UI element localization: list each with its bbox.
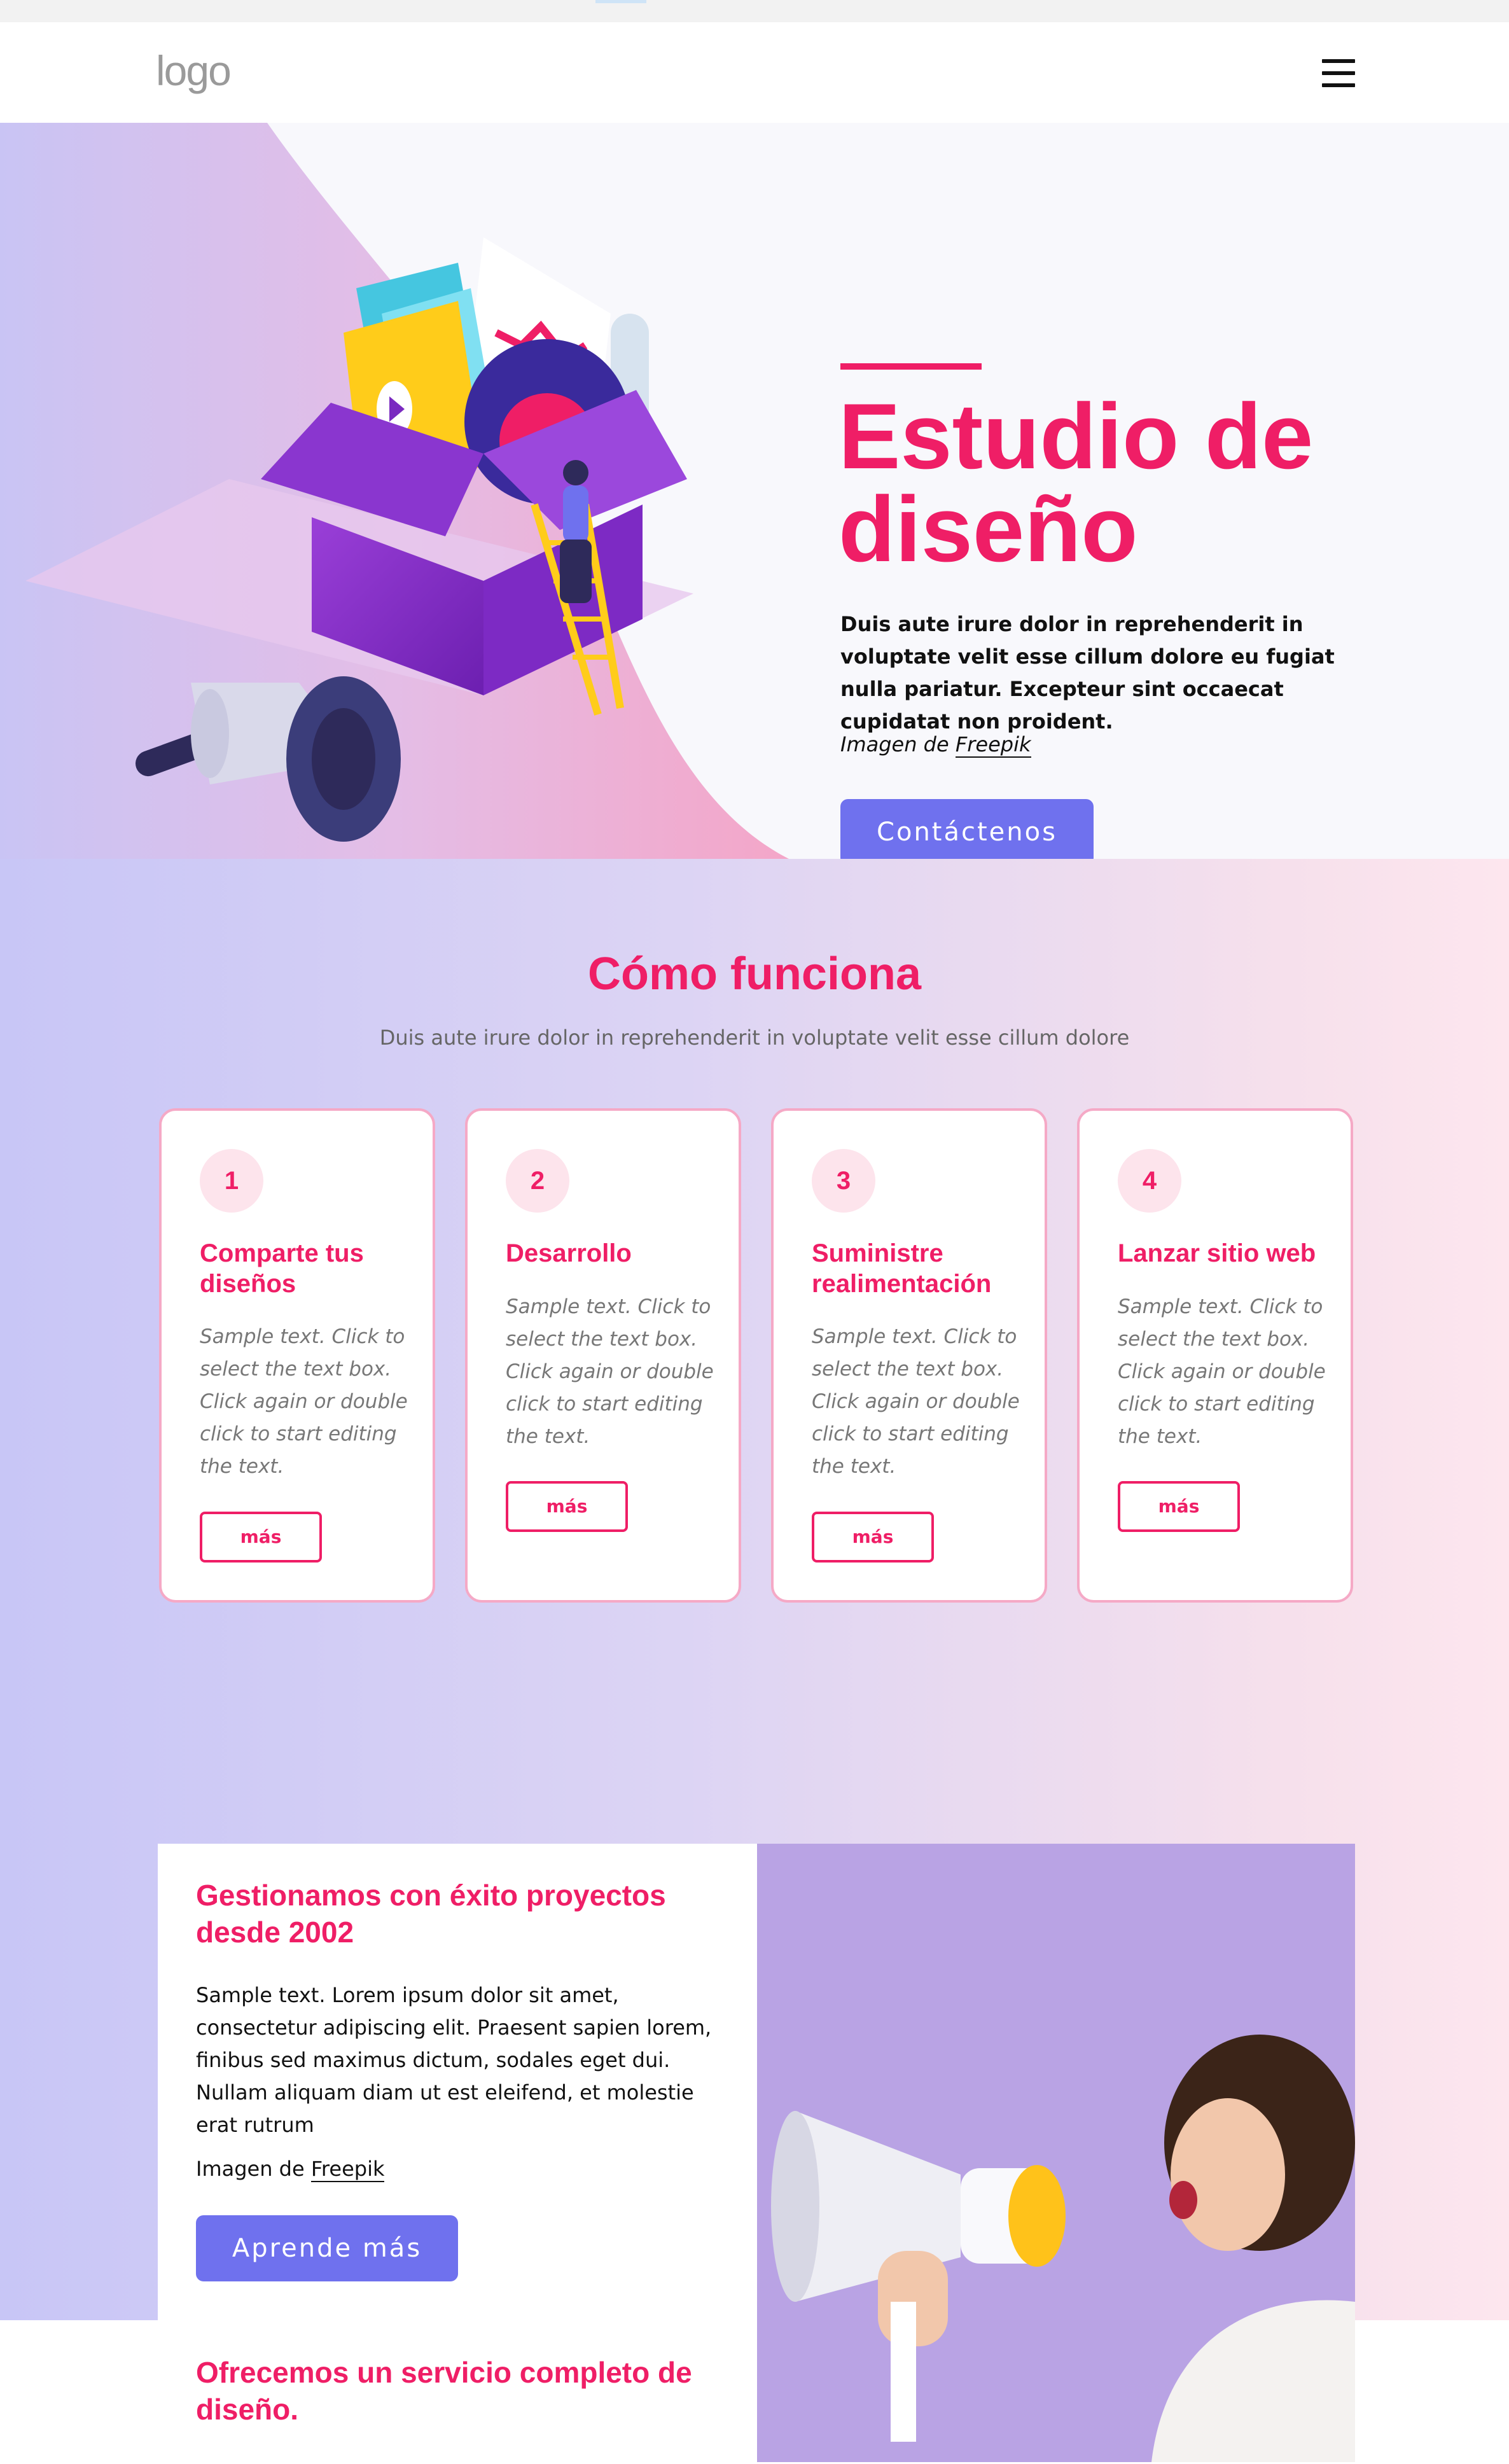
box-megaphone-illustration — [0, 123, 789, 859]
info-title-2: Ofrecemos un servicio completo de diseño… — [196, 2356, 692, 2426]
info-title: Gestionamos con éxito proyectos desde 20… — [196, 1879, 666, 1949]
step-card-4: 4 Lanzar sitio web Sample text. Click to… — [1077, 1108, 1353, 1603]
step-card-3: 3 Suministre realimentación Sample text.… — [771, 1108, 1047, 1603]
section-subtitle: Duis aute irure dolor in reprehenderit i… — [379, 1026, 1130, 1050]
learn-more-button[interactable]: Aprende más — [196, 2215, 458, 2281]
freepik-link[interactable]: Freepik — [955, 732, 1031, 758]
hamburger-menu-icon[interactable] — [1322, 59, 1355, 87]
step-number: 3 — [812, 1149, 875, 1213]
step-text[interactable]: Sample text. Click to select the text bo… — [1118, 1291, 1328, 1453]
hero-title: Estudio de diseño — [838, 384, 1314, 581]
step-number: 1 — [200, 1149, 263, 1213]
browser-top-strip — [0, 0, 1509, 22]
step-card-2: 2 Desarrollo Sample text. Click to selec… — [465, 1108, 741, 1603]
site-logo[interactable]: logo — [156, 46, 232, 95]
step-title: Suministre realimentación — [812, 1239, 992, 1298]
step-number: 2 — [506, 1149, 569, 1213]
contact-button[interactable]: Contáctenos — [840, 799, 1094, 859]
tab-indicator — [595, 0, 646, 3]
step-text[interactable]: Sample text. Click to select the text bo… — [812, 1321, 1022, 1483]
more-button[interactable]: más — [812, 1512, 934, 1563]
hero-text: Duis aute irure dolor in reprehenderit i… — [840, 612, 1335, 734]
freepik-link[interactable]: Freepik — [310, 2157, 385, 2182]
step-title: Desarrollo — [506, 1239, 632, 1267]
more-button[interactable]: más — [506, 1481, 628, 1532]
hero-image-credit: Imagen de Freepik — [840, 732, 1031, 758]
step-card-1: 1 Comparte tus diseños Sample text. Clic… — [159, 1108, 435, 1603]
step-title: Lanzar sitio web — [1118, 1239, 1316, 1267]
step-text[interactable]: Sample text. Click to select the text bo… — [506, 1291, 716, 1453]
step-title: Comparte tus diseños — [200, 1239, 364, 1298]
credit-prefix: Imagen de — [196, 2157, 305, 2181]
more-button[interactable]: más — [1118, 1481, 1240, 1532]
info-image-credit: Imagen de Freepik — [196, 2157, 385, 2182]
section-title: Cómo funciona — [588, 949, 921, 999]
step-number: 4 — [1118, 1149, 1181, 1213]
hero-section: Estudio de diseño Duis aute irure dolor … — [0, 123, 1509, 859]
credit-prefix: Imagen de — [840, 732, 949, 756]
accent-bar — [840, 363, 982, 370]
woman-megaphone-photo — [757, 1844, 1355, 2462]
step-text[interactable]: Sample text. Click to select the text bo… — [200, 1321, 410, 1483]
more-button[interactable]: más — [200, 1512, 322, 1563]
site-header: logo — [0, 22, 1509, 123]
info-text: Sample text. Lorem ipsum dolor sit amet,… — [196, 1983, 712, 2137]
